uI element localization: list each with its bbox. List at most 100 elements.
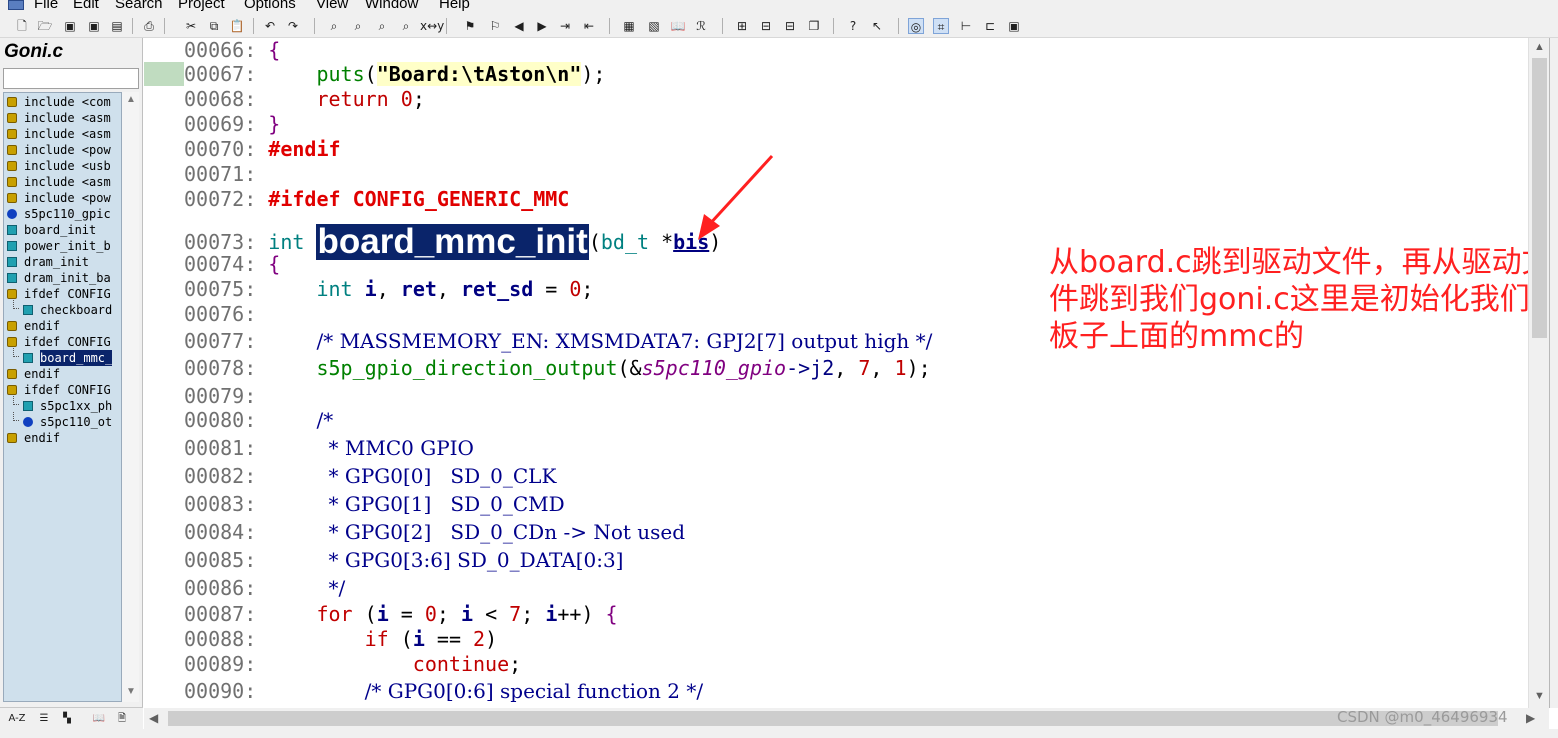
symbol-item[interactable]: endif bbox=[4, 430, 121, 446]
code-line[interactable]: 00077: /* MASSMEMORY_EN: XMSMDATA7: GPJ2… bbox=[184, 329, 932, 353]
help-icon[interactable]: ? bbox=[845, 18, 861, 34]
menu-project[interactable]: Project bbox=[178, 0, 225, 12]
code-line[interactable]: 00074: { bbox=[184, 252, 280, 276]
restore-window-icon[interactable]: ❐ bbox=[806, 18, 822, 34]
tile-vertical-icon[interactable]: ⊟ bbox=[758, 18, 774, 34]
symbol-item[interactable]: dram_init_ba bbox=[4, 270, 121, 286]
open-file-icon[interactable]: 🗁 bbox=[37, 18, 53, 34]
symbol-window-icon[interactable]: ▧ bbox=[646, 18, 662, 34]
code-line[interactable]: 00086: */ bbox=[184, 576, 345, 600]
app-icon[interactable] bbox=[8, 0, 24, 10]
code-line[interactable]: 00066: { bbox=[184, 38, 280, 62]
menu-search[interactable]: Search bbox=[115, 0, 163, 12]
code-line[interactable]: 00067: puts("Board:\tAston\n"); bbox=[184, 62, 605, 86]
scroll-up-icon[interactable]: ▲ bbox=[1534, 41, 1545, 53]
symbol-item[interactable]: include <com bbox=[4, 94, 121, 110]
symbol-item[interactable]: ifdef CONFIG bbox=[4, 382, 121, 398]
symbol-item[interactable]: board_init bbox=[4, 222, 121, 238]
bookmark-remove-icon[interactable]: ⚐ bbox=[487, 18, 503, 34]
toggle-view-icon[interactable]: ◎ bbox=[908, 18, 924, 34]
code-line[interactable]: 00088: if (i == 2) bbox=[184, 627, 497, 651]
undo-icon[interactable]: ↶ bbox=[262, 18, 278, 34]
cascade-icon[interactable]: ⊟ bbox=[782, 18, 798, 34]
book-icon[interactable]: 📖 bbox=[90, 711, 108, 727]
symbol-item[interactable]: checkboard bbox=[4, 300, 121, 318]
symbol-item[interactable]: board_mmc_ bbox=[4, 348, 121, 366]
symbol-list-scrollbar[interactable]: ▲ ▼ bbox=[122, 92, 139, 702]
search-project-icon[interactable]: ⌕ bbox=[374, 18, 390, 34]
redo-icon[interactable]: ↷ bbox=[285, 18, 301, 34]
relation-window-icon[interactable]: ℛ bbox=[693, 18, 709, 34]
scrollbar-thumb[interactable] bbox=[1532, 58, 1547, 338]
save-icon[interactable]: ▣ bbox=[62, 18, 78, 34]
symbol-item[interactable]: power_init_b bbox=[4, 238, 121, 254]
scrollbar-thumb[interactable] bbox=[168, 711, 1498, 726]
copy-icon[interactable]: ⧉ bbox=[206, 18, 222, 34]
scroll-up-icon[interactable]: ▲ bbox=[126, 94, 136, 105]
scroll-down-icon[interactable]: ▼ bbox=[1534, 690, 1545, 702]
menu-view[interactable]: View bbox=[316, 0, 348, 12]
code-line[interactable]: 00080: /* bbox=[184, 408, 333, 432]
code-line[interactable]: 00075: int i, ret, ret_sd = 0; bbox=[184, 277, 593, 301]
code-line[interactable]: 00084: * GPG0[2] SD_0_CDn -> Not used bbox=[184, 520, 685, 544]
symbol-filter-input[interactable] bbox=[3, 68, 139, 89]
pointer-help-icon[interactable]: ↖ bbox=[869, 18, 885, 34]
category-view-icon[interactable]: ▚ bbox=[58, 711, 76, 727]
code-line[interactable]: 00078: s5p_gpio_direction_output(&s5pc11… bbox=[184, 356, 931, 380]
symbol-item[interactable]: include <asm bbox=[4, 126, 121, 142]
menu-edit[interactable]: Edit bbox=[73, 0, 99, 12]
code-line[interactable]: 00082: * GPG0[0] SD_0_CLK bbox=[184, 464, 556, 488]
code-line[interactable]: 00081: * MMC0 GPIO bbox=[184, 436, 474, 460]
tree-icon[interactable]: ⊢ bbox=[958, 18, 974, 34]
project-window-icon[interactable]: ▦ bbox=[621, 18, 637, 34]
new-file-icon[interactable]: 🗋 bbox=[14, 18, 30, 34]
code-line[interactable]: 00079: bbox=[184, 384, 268, 408]
replace-icon[interactable]: x↔y bbox=[420, 18, 444, 34]
symbol-item[interactable]: ifdef CONFIG bbox=[4, 334, 121, 350]
symbol-item[interactable]: endif bbox=[4, 366, 121, 382]
code-line[interactable]: 00068: return 0; bbox=[184, 87, 425, 111]
browse-symbols-icon[interactable]: ⌗ bbox=[933, 18, 949, 34]
symbol-item[interactable]: include <pow bbox=[4, 190, 121, 206]
symbol-item[interactable]: include <usb bbox=[4, 158, 121, 174]
close-file-icon[interactable]: ▤ bbox=[109, 18, 125, 34]
code-line[interactable]: 00090: /* GPG0[0:6] special function 2 *… bbox=[184, 679, 703, 703]
print-icon[interactable]: ⎙ bbox=[141, 18, 157, 34]
scroll-down-icon[interactable]: ▼ bbox=[126, 686, 136, 697]
code-line[interactable]: 00076: bbox=[184, 302, 268, 326]
code-line[interactable]: 00070: #endif bbox=[184, 137, 341, 161]
save-all-icon[interactable]: ▣ bbox=[86, 18, 102, 34]
symbol-item[interactable]: s5pc1xx_ph bbox=[4, 396, 121, 414]
graph-icon[interactable]: ⊏ bbox=[982, 18, 998, 34]
forward-icon[interactable]: ▶ bbox=[534, 18, 550, 34]
code-line[interactable]: 00083: * GPG0[1] SD_0_CMD bbox=[184, 492, 565, 516]
symbol-item[interactable]: include <pow bbox=[4, 142, 121, 158]
tile-horizontal-icon[interactable]: ⊞ bbox=[734, 18, 750, 34]
context-window-icon[interactable]: 📖 bbox=[670, 18, 686, 34]
lookup-references-icon[interactable]: ⌕ bbox=[398, 18, 414, 34]
code-line[interactable]: 00085: * GPG0[3:6] SD_0_DATA[0:3] bbox=[184, 548, 624, 572]
bookmark-add-icon[interactable]: ⚑ bbox=[462, 18, 478, 34]
cut-icon[interactable]: ✂ bbox=[183, 18, 199, 34]
symbol-item[interactable]: endif bbox=[4, 318, 121, 334]
symbol-list[interactable]: include <com include <asm include <asm incl… bbox=[3, 92, 122, 702]
search-icon[interactable]: ⌕ bbox=[326, 18, 342, 34]
back-icon[interactable]: ◀ bbox=[511, 18, 527, 34]
jump-to-caller-icon[interactable]: ⇤ bbox=[581, 18, 597, 34]
scroll-right-icon[interactable]: ▶ bbox=[1526, 711, 1535, 725]
code-line[interactable]: 00087: for (i = 0; i < 7; i++) { bbox=[184, 602, 618, 626]
vertical-scrollbar[interactable]: ▲ ▼ bbox=[1528, 38, 1549, 708]
symbol-item[interactable]: s5pc110_ot bbox=[4, 412, 121, 430]
symbol-item[interactable]: include <asm bbox=[4, 110, 121, 126]
sort-alpha-icon[interactable]: A-Z bbox=[8, 711, 26, 727]
paste-icon[interactable]: 📋 bbox=[229, 18, 245, 34]
menu-file[interactable]: File bbox=[34, 0, 58, 12]
info-icon[interactable]: ▣ bbox=[1006, 18, 1022, 34]
menu-options[interactable]: Options bbox=[244, 0, 296, 12]
menu-window[interactable]: Window bbox=[365, 0, 418, 12]
code-line[interactable]: 00089: continue; bbox=[184, 652, 521, 676]
menu-help[interactable]: Help bbox=[439, 0, 470, 12]
search-files-icon[interactable]: ⌕ bbox=[350, 18, 366, 34]
code-editor[interactable]: 00066: {00067: puts("Board:\tAston\n"); 0… bbox=[144, 38, 1528, 708]
code-line[interactable]: 00071: bbox=[184, 162, 268, 186]
